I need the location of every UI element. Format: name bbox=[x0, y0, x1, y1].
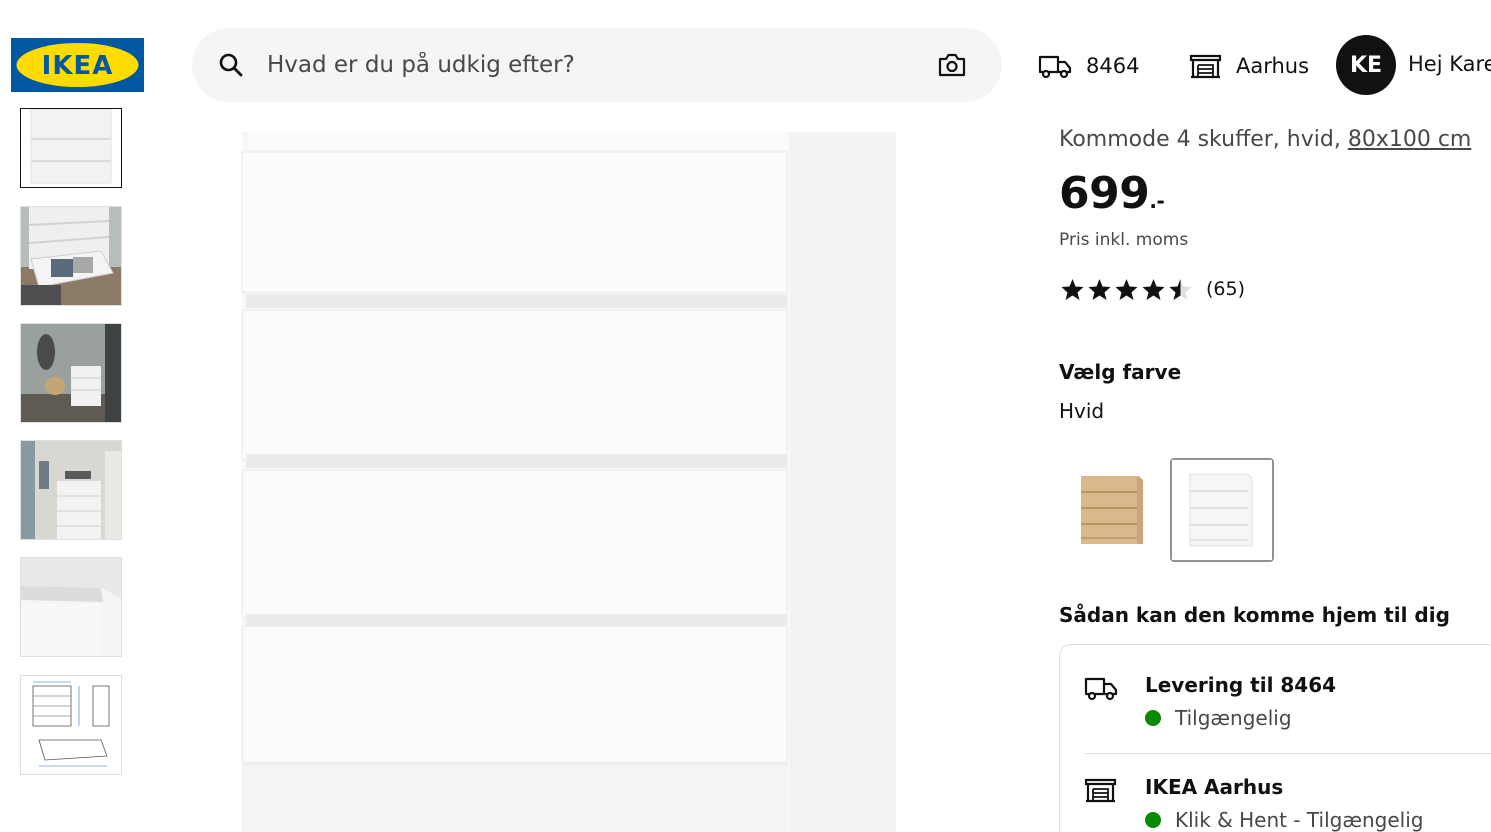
delivery-postcode: 8464 bbox=[1086, 54, 1140, 78]
divider bbox=[1084, 753, 1491, 754]
price-note: Pris inkl. moms bbox=[1059, 230, 1189, 250]
main-product-image[interactable] bbox=[232, 132, 902, 832]
star-icon bbox=[1088, 279, 1111, 300]
store-selector-button[interactable]: Aarhus bbox=[1189, 50, 1309, 82]
price-suffix: .- bbox=[1149, 189, 1165, 213]
search-bar bbox=[192, 28, 1002, 102]
thumbnail-top-corner-detail[interactable] bbox=[20, 557, 122, 657]
delivery-option-title: IKEA Aarhus bbox=[1145, 775, 1284, 799]
truck-icon bbox=[1038, 55, 1072, 79]
star-icon bbox=[1115, 279, 1138, 300]
status-text: Klik & Hent - Tilgængelig bbox=[1175, 808, 1424, 832]
thumbnail-drawer-open-lifestyle[interactable] bbox=[20, 206, 122, 306]
oak-swatch[interactable] bbox=[1059, 458, 1163, 562]
ikea-logo[interactable]: IKEA bbox=[11, 38, 144, 92]
delivery-postcode-button[interactable]: 8464 bbox=[1038, 50, 1139, 82]
camera-icon[interactable] bbox=[937, 51, 967, 79]
delivery-option-status: Klik & Hent - Tilgængelig bbox=[1145, 808, 1423, 832]
avatar-initials: KE bbox=[1349, 52, 1383, 78]
rating-count: (65) bbox=[1206, 278, 1246, 300]
status-text: Tilgængelig bbox=[1175, 706, 1292, 730]
delivery-heading: Sådan kan den komme hjem til dig bbox=[1059, 603, 1450, 627]
color-label: Vælg farve bbox=[1059, 360, 1182, 384]
user-greeting[interactable]: Hej Kare bbox=[1408, 52, 1491, 76]
half-star-icon bbox=[1169, 279, 1192, 300]
search-input[interactable] bbox=[267, 46, 907, 84]
available-dot-icon bbox=[1145, 710, 1161, 726]
svg-text:IKEA: IKEA bbox=[42, 51, 114, 81]
store-icon bbox=[1084, 778, 1117, 803]
star-icon bbox=[1061, 279, 1084, 300]
user-avatar[interactable]: KE bbox=[1336, 35, 1396, 95]
thumbnail-bedroom-lifestyle[interactable] bbox=[20, 323, 122, 423]
store-name: Aarhus bbox=[1236, 54, 1310, 78]
thumbnail-hallway-lifestyle[interactable] bbox=[20, 440, 122, 540]
thumbnail-measurements-drawing[interactable] bbox=[20, 675, 122, 775]
rating-stars bbox=[1059, 278, 1194, 300]
truck-icon bbox=[1084, 677, 1118, 701]
price-value: 699 bbox=[1059, 168, 1150, 219]
site-header: IKEA 8464 Aarhus KE Hej Kare bbox=[0, 0, 1491, 132]
product-rating[interactable]: (65) bbox=[1059, 278, 1245, 300]
product-price: 699.- bbox=[1059, 168, 1165, 219]
search-icon[interactable] bbox=[218, 52, 244, 78]
product-subtitle: Kommode 4 skuffer, hvid, 80x100 cm bbox=[1059, 127, 1471, 152]
size-link[interactable]: 80x100 cm bbox=[1348, 127, 1472, 152]
delivery-options-card: Levering til 8464 Tilgængelig IKEA Aarhu… bbox=[1059, 644, 1491, 832]
selected-color: Hvid bbox=[1059, 399, 1105, 423]
store-icon bbox=[1189, 54, 1222, 79]
thumbnail-product-front[interactable] bbox=[20, 108, 122, 188]
delivery-option-title: Levering til 8464 bbox=[1145, 673, 1337, 697]
white-swatch[interactable] bbox=[1170, 458, 1274, 562]
available-dot-icon bbox=[1145, 812, 1161, 828]
star-icon bbox=[1142, 279, 1165, 300]
product-description: Kommode 4 skuffer, hvid, bbox=[1059, 127, 1348, 152]
delivery-option-status: Tilgængelig bbox=[1145, 706, 1292, 730]
